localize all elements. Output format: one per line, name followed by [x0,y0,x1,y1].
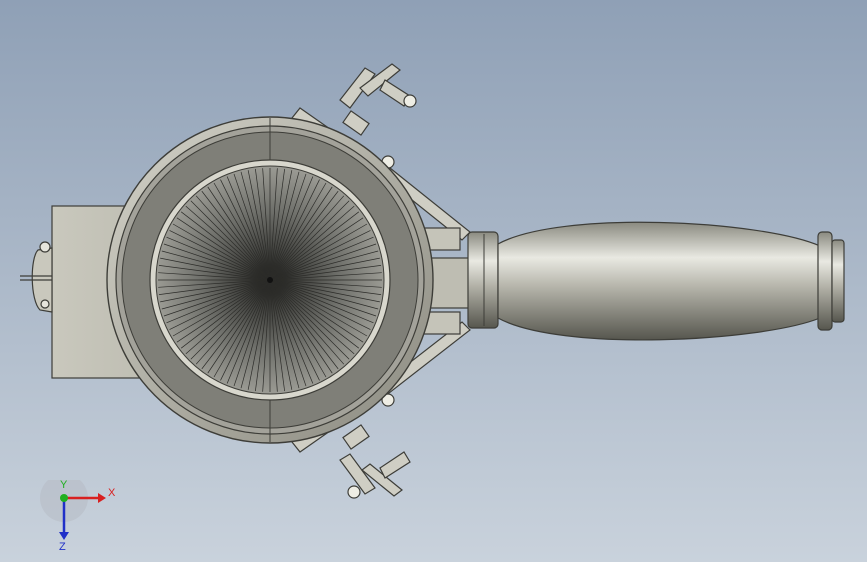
coordinate-triad: X Y Z [40,480,116,550]
x-axis-arrowhead [98,493,106,503]
y-axis-dot [60,494,68,502]
y-axis-label: Y [60,480,68,491]
z-axis-arrowhead [59,532,69,540]
x-axis-label: X [108,487,116,499]
handle [467,221,845,341]
z-axis-label: Z [59,541,66,550]
bowl [106,116,434,444]
left-clamp [20,241,53,313]
graphics-viewport[interactable]: X Y Z [0,0,867,562]
model-3d-render[interactable] [0,0,867,562]
